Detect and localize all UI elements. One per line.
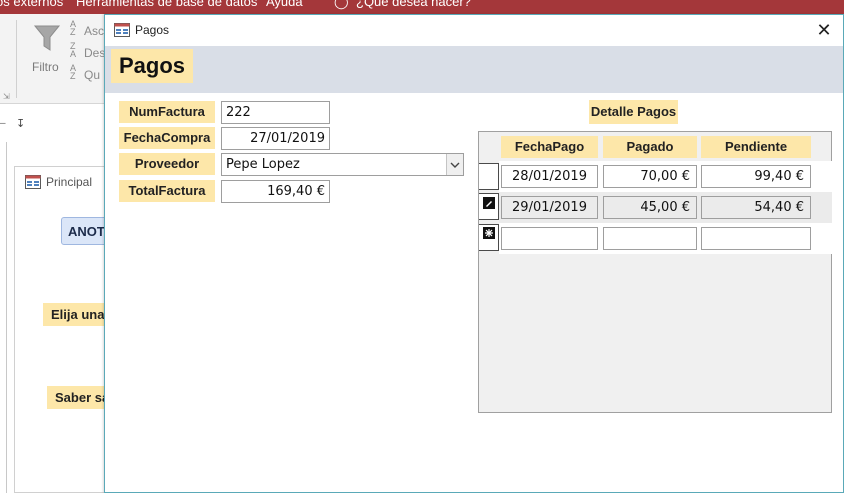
navigation-pane-edge xyxy=(6,142,7,493)
record-selector[interactable] xyxy=(479,163,499,190)
fechapago-cell[interactable]: 28/01/2019 xyxy=(501,165,598,188)
ribbon-tab-database-tools[interactable]: Herramientas de base de datos xyxy=(76,0,257,9)
edit-pencil-icon xyxy=(483,197,495,209)
pagado-cell[interactable]: 70,00 € xyxy=(603,165,697,188)
principal-title: Principal xyxy=(46,175,93,189)
column-header-pagado: Pagado xyxy=(603,136,697,158)
numfactura-field[interactable]: 222 xyxy=(221,101,330,124)
sort-ascending-button[interactable]: A Z Asc xyxy=(70,19,105,39)
detalle-pagos-label: Detalle Pagos xyxy=(589,100,678,124)
new-record-asterisk-icon xyxy=(483,227,495,239)
form-icon xyxy=(114,23,130,37)
totalfactura-label: TotalFactura xyxy=(119,180,215,202)
filter-label: Filtro xyxy=(32,60,59,74)
pendiente-cell[interactable]: 99,40 € xyxy=(701,165,811,188)
remove-sort-label: Qu xyxy=(84,68,101,82)
sort-descending-label: Des xyxy=(84,46,106,60)
fechacompra-field[interactable]: 27/01/2019 xyxy=(221,127,330,150)
fechapago-cell[interactable]: 29/01/2019 xyxy=(501,196,598,219)
form-icon xyxy=(25,175,41,189)
qat-arrow-icon[interactable]: – xyxy=(0,118,6,129)
proveedor-value: Pepe Lopez xyxy=(226,157,300,172)
column-header-pendiente: Pendiente xyxy=(701,136,811,158)
qat-customize-icon[interactable]: ↧ xyxy=(16,117,25,130)
window-title: Pagos xyxy=(135,23,170,37)
ribbon-tab-external[interactable]: os externos xyxy=(0,0,63,9)
sort-ascending-label: Asc xyxy=(84,24,105,38)
group-launcher-icon[interactable]: ⇲ xyxy=(3,92,10,101)
pagado-cell[interactable] xyxy=(603,227,697,250)
chevron-down-icon[interactable] xyxy=(446,154,463,175)
sort-za-icon: ZA xyxy=(70,41,77,59)
principal-title-bar: Principal xyxy=(25,175,92,189)
form-title: Pagos xyxy=(111,49,194,83)
sort-descending-button[interactable]: Z A Des xyxy=(70,41,106,61)
ribbon-tab-bar: os externos Herramientas de base de dato… xyxy=(0,0,844,14)
tell-me-lightbulb-icon[interactable]: ◯ xyxy=(334,0,349,10)
pendiente-cell[interactable]: 54,40 € xyxy=(701,196,811,219)
totalfactura-field[interactable]: 169,40 € xyxy=(221,180,330,203)
tell-me-search[interactable]: ¿Qué desea hacer? xyxy=(356,0,471,9)
form-header: Pagos xyxy=(105,46,843,93)
sort-az-icon: AZ xyxy=(70,19,77,37)
pagos-form-window: Pagos ✕ Pagos NumFactura 222 FechaCompra… xyxy=(104,14,844,493)
remove-sort-icon: AZ xyxy=(70,63,77,81)
pagado-cell[interactable]: 45,00 € xyxy=(603,196,697,219)
ribbon-tab-help[interactable]: Ayuda xyxy=(266,0,303,9)
fechapago-cell[interactable] xyxy=(501,227,598,250)
fechacompra-label: FechaCompra xyxy=(119,127,215,149)
filter-button[interactable]: Filtro xyxy=(28,20,68,80)
record-selector[interactable] xyxy=(479,193,499,220)
close-button[interactable]: ✕ xyxy=(811,19,837,41)
column-header-fechapago: FechaPago xyxy=(501,136,598,158)
pagos-title-bar: Pagos ✕ xyxy=(105,15,843,46)
proveedor-label: Proveedor xyxy=(119,153,215,175)
detalle-pagos-subform[interactable]: FechaPago Pagado Pendiente 28/01/2019 70… xyxy=(478,131,832,413)
proveedor-combo[interactable]: Pepe Lopez xyxy=(221,153,464,176)
pendiente-cell[interactable] xyxy=(701,227,811,250)
funnel-icon xyxy=(33,25,61,51)
record-selector[interactable] xyxy=(479,224,499,251)
ribbon-group-separator xyxy=(16,20,17,98)
numfactura-label: NumFactura xyxy=(119,101,215,123)
remove-sort-button[interactable]: A Z Qu xyxy=(70,63,101,83)
